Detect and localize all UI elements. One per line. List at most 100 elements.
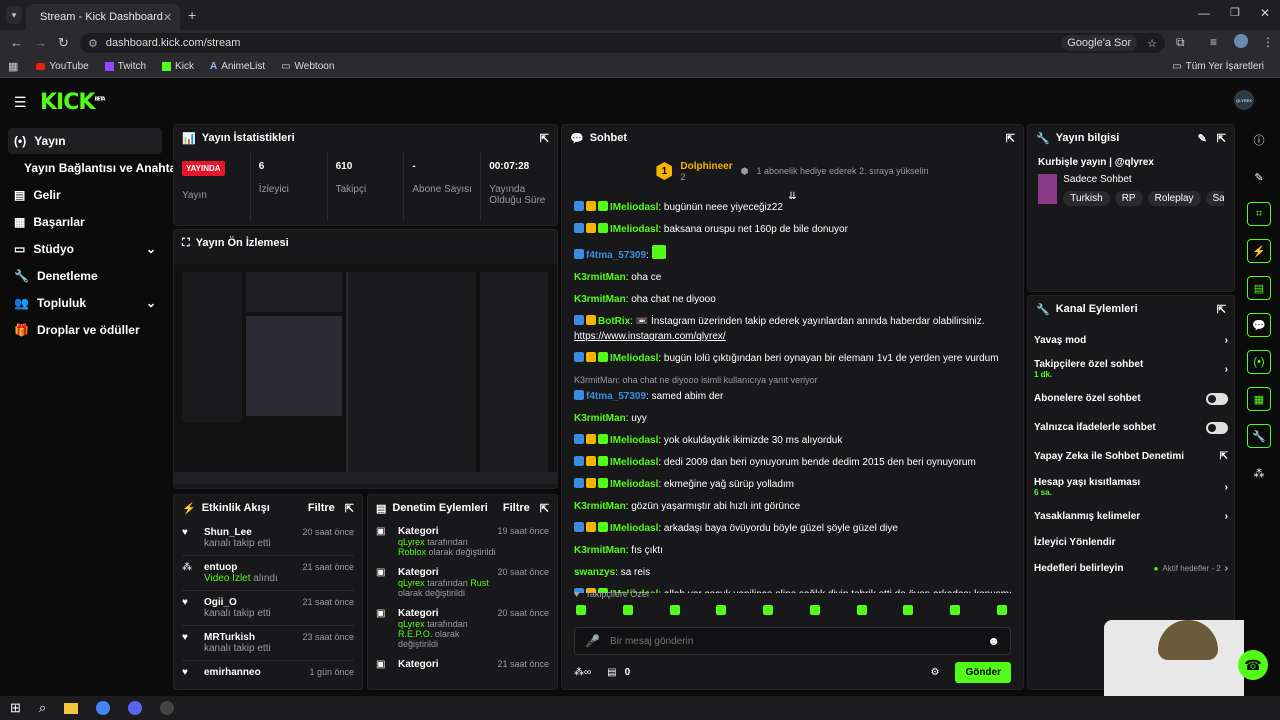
chat-username[interactable]: K3rmitMan (574, 272, 626, 283)
menu-icon[interactable]: ⋮ (1262, 35, 1274, 49)
chat-username[interactable]: IMeliodasl (610, 457, 658, 468)
points-icon[interactable]: ⁂∞ (574, 667, 591, 678)
emote-icon[interactable] (716, 605, 727, 615)
apps-grid-icon[interactable]: ▦ (8, 60, 18, 73)
host-action[interactable]: İzleyici Yönlendir (1028, 529, 1234, 555)
filter-button[interactable]: Filtre (308, 502, 335, 514)
star-icon[interactable]: ☆ (1147, 37, 1157, 50)
chat-message[interactable]: https://www.instagram.com/qlyrex/ (574, 330, 1011, 343)
kick-logo[interactable]: KICKBETA (40, 90, 106, 115)
followers-only-action[interactable]: Takipçilere özel sohbet 1 dk. › (1028, 354, 1234, 384)
chat-bubble-icon[interactable]: 💬 (1247, 313, 1271, 337)
chat-message[interactable]: IMeliodasl: dedi 2009 dan beri oynuyorum… (574, 456, 1011, 469)
sidebar-item-drops[interactable]: 🎁 Droplar ve ödüller (8, 317, 162, 343)
popout-icon[interactable]: ⇱ (1006, 132, 1015, 145)
edit-pencil-icon[interactable]: ✎ (1198, 132, 1207, 145)
points-icon[interactable]: ⁂ (1247, 461, 1271, 485)
info-icon[interactable]: ⓘ (1247, 128, 1271, 152)
sidebar-item-studio[interactable]: ▭ Stüdyo ⌄ (8, 236, 162, 262)
chat-username[interactable]: IMeliodasl (610, 202, 658, 213)
sidebar-item-stream-key[interactable]: Yayın Bağlantısı ve Anahtarı (8, 155, 184, 181)
chat-username[interactable]: K3rmitMan (574, 545, 626, 556)
chat-username[interactable]: f4tma_57309 (586, 391, 646, 402)
file-explorer-icon[interactable] (64, 702, 79, 714)
hamburger-menu-icon[interactable]: ☰ (14, 94, 27, 111)
edit-pencil-icon[interactable]: ✎ (1247, 165, 1271, 189)
emoji-icon[interactable]: ☻ (987, 634, 1000, 648)
filter-button[interactable]: Filtre (503, 502, 530, 514)
popout-icon[interactable]: ⇱ (1217, 303, 1226, 316)
slow-mode-action[interactable]: Yavaş mod › (1028, 326, 1234, 354)
chat-message[interactable]: f4tma_57309: samed abim der (574, 390, 1011, 403)
tag[interactable]: Turkish (1063, 191, 1110, 206)
account-age-action[interactable]: Hesap yaşı kısıtlaması 6 sa. › (1028, 471, 1234, 503)
chat-message[interactable]: K3rmitMan: oha chat ne diyooo (574, 293, 1011, 306)
emote-icon[interactable] (622, 605, 633, 615)
popout-icon[interactable]: ⇱ (540, 132, 549, 145)
chat-username[interactable]: swanzys (574, 567, 615, 578)
emote-icon[interactable] (950, 605, 961, 615)
sidebar-item-moderation[interactable]: 🔧 Denetleme (8, 263, 162, 289)
broadcast-icon[interactable]: (•) (1247, 350, 1271, 374)
chat-message[interactable]: IMeliodasl: arkadaşı baya övüyordu böyle… (574, 522, 1011, 535)
sidebar-item-stream[interactable]: (•) Yayın (8, 128, 162, 154)
sidebar-item-achievements[interactable]: ▦ Başarılar (8, 209, 162, 235)
help-chat-icon[interactable]: ☎ (1238, 650, 1268, 680)
sidebar-item-revenue[interactable]: ▤ Gelir (8, 182, 162, 208)
emote-icon[interactable] (576, 605, 586, 615)
chat-username[interactable]: K3rmitMan (574, 413, 626, 424)
bookmark-kick[interactable]: Kick (162, 61, 194, 72)
bookmark-youtube[interactable]: YouTube (36, 61, 89, 72)
close-tab-icon[interactable]: ✕ (163, 11, 172, 24)
emote-icon[interactable] (669, 605, 680, 615)
emote-icon[interactable] (903, 605, 914, 615)
extensions-icon[interactable]: ⧉ (1176, 35, 1185, 50)
profile-avatar[interactable] (1234, 34, 1248, 48)
site-info-icon[interactable]: ⚙ (88, 37, 98, 50)
bookmark-animelist[interactable]: A AnimeList (210, 61, 265, 72)
chat-username[interactable]: BotRix (598, 316, 630, 327)
chat-message[interactable]: K3rmitMan: fıs çıktı (574, 544, 1011, 557)
close-window-icon[interactable]: ✕ (1260, 6, 1270, 20)
bookmark-webtoon[interactable]: ▭ Webtoon (281, 61, 334, 72)
url-field[interactable]: ⚙ dashboard.kick.com/stream Google'a Sor… (80, 33, 1165, 53)
chat-message[interactable]: IMeliodasl: bugün lolü çıktığından beri … (574, 352, 1011, 365)
emote-icon[interactable] (996, 605, 1007, 615)
subscribers-only-toggle[interactable] (1206, 392, 1228, 405)
chat-username[interactable]: K3rmitMan (574, 294, 626, 305)
all-bookmarks[interactable]: ▭ Tüm Yer İşaretleri (1172, 61, 1264, 72)
minimize-icon[interactable]: — (1198, 6, 1210, 20)
maximize-icon[interactable]: ❐ (1230, 6, 1240, 19)
emote-icon[interactable] (856, 605, 867, 615)
clip-icon[interactable]: ⌗ (1247, 202, 1271, 226)
chat-message[interactable]: IMeliodasl: baksana oruspu net 160p de b… (574, 223, 1011, 236)
chat-username[interactable]: IMeliodasl (610, 353, 658, 364)
media-icon[interactable]: ≡ (1210, 35, 1217, 49)
back-icon[interactable]: ← (10, 35, 23, 50)
tag[interactable]: Roleplay (1147, 191, 1201, 206)
notes-icon[interactable]: ▤ (1247, 276, 1271, 300)
popout-icon[interactable]: ⇱ (1217, 132, 1226, 145)
send-button[interactable]: Gönder (955, 661, 1011, 683)
emote-icon[interactable] (763, 605, 774, 615)
tag[interactable]: RP (1114, 191, 1143, 206)
reload-icon[interactable]: ↻ (58, 35, 69, 51)
emote-only-toggle[interactable] (1206, 421, 1228, 434)
chat-message[interactable]: f4tma_57309: (574, 245, 1011, 262)
browser-tab[interactable]: Stream - Kick Dashboard ✕ (26, 4, 180, 30)
search-icon[interactable]: ⌕ (39, 700, 46, 716)
google-ask-button[interactable]: Google'a Sor (1061, 35, 1138, 51)
chat-username[interactable]: IMeliodasl (610, 435, 658, 446)
settings-gear-icon[interactable]: ⚙ (930, 667, 939, 678)
chat-username[interactable]: K3rmitMan (574, 501, 626, 512)
chat-message[interactable]: IMeliodasl: bugünün neee yiyeceğiz22 (574, 201, 1011, 214)
chat-username[interactable]: IMeliodasl (610, 224, 658, 235)
chat-input[interactable]: 🎤 ☻ (574, 627, 1011, 655)
store-icon[interactable]: ▦ (1247, 387, 1271, 411)
message-field[interactable] (609, 635, 978, 647)
popout-icon[interactable]: ⇱ (540, 502, 549, 515)
chat-message[interactable]: K3rmitMan: uyy (574, 412, 1011, 425)
chat-username[interactable]: f4tma_57309 (586, 250, 646, 261)
preview-video[interactable] (174, 264, 557, 484)
sidebar-item-community[interactable]: 👥 Topluluk ⌄ (8, 290, 162, 316)
